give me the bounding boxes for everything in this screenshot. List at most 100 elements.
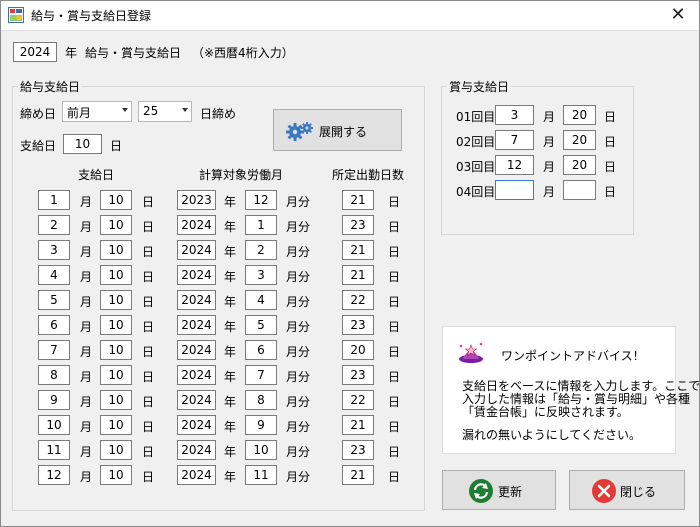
work-year-input[interactable]: 2024 [177,240,216,260]
work-year-unit: 年 [224,195,237,209]
work-month-input[interactable]: 10 [245,440,277,460]
work-year-unit: 年 [224,445,237,459]
pay-day-input[interactable]: 10 [100,415,132,435]
work-month-input[interactable]: 6 [245,340,277,360]
work-days-input[interactable]: 21 [342,190,374,210]
pay-month-unit: 月 [80,370,93,384]
update-button[interactable]: 更新 [442,470,556,510]
work-year-unit: 年 [224,470,237,484]
pay-month-input[interactable]: 3 [38,240,70,260]
star-hat-icon [459,342,483,363]
work-days-input[interactable]: 20 [342,340,374,360]
bonus-day-input[interactable]: 20 [563,105,596,125]
work-year-input[interactable]: 2024 [177,215,216,235]
pay-day-input[interactable]: 10 [100,465,132,485]
work-month-input[interactable]: 5 [245,315,277,335]
work-days-unit: 日 [388,195,401,209]
work-year-input[interactable]: 2024 [177,415,216,435]
pay-day-input[interactable]: 10 [100,390,132,410]
work-year-input[interactable]: 2023 [177,190,216,210]
bonus-day-unit: 日 [604,135,617,149]
payday-input[interactable]: 10 [63,134,102,154]
bonus-day-input[interactable] [563,180,596,200]
work-year-input[interactable]: 2024 [177,265,216,285]
work-month-input[interactable]: 9 [245,415,277,435]
pay-month-input[interactable]: 5 [38,290,70,310]
pay-day-input[interactable]: 10 [100,240,132,260]
pay-month-input[interactable]: 10 [38,415,70,435]
work-days-input[interactable]: 21 [342,240,374,260]
work-month-input[interactable]: 8 [245,390,277,410]
work-days-input[interactable]: 23 [342,315,374,335]
close-button[interactable]: 閉じる [569,470,685,510]
advice-line-3: 「賃金台帳」に反映されます。 [462,405,629,419]
window-close-button[interactable]: ✕ [666,3,690,27]
pay-month-input[interactable]: 4 [38,265,70,285]
work-month-unit: 月分 [286,395,311,409]
pay-day-input[interactable]: 10 [100,440,132,460]
pay-day-input[interactable]: 10 [100,340,132,360]
pay-day-input[interactable]: 10 [100,265,132,285]
work-month-input[interactable]: 1 [245,215,277,235]
window-title: 給与・賞与支給日登録 [31,9,152,23]
work-days-input[interactable]: 22 [342,290,374,310]
work-year-input[interactable]: 2024 [177,365,216,385]
pay-day-input[interactable]: 10 [100,315,132,335]
pay-month-unit: 月 [80,220,93,234]
work-days-input[interactable]: 21 [342,415,374,435]
work-month-input[interactable]: 2 [245,240,277,260]
bonus-month-input[interactable]: 7 [495,130,534,150]
cutoff-month-value: 前月 [67,106,92,120]
bonus-month-input[interactable]: 3 [495,105,534,125]
pay-month-input[interactable]: 9 [38,390,70,410]
chevron-down-icon [122,108,128,112]
bonus-day-unit: 日 [604,110,617,124]
bonus-month-input[interactable]: 12 [495,155,534,175]
refresh-icon [469,479,493,503]
work-month-input[interactable]: 7 [245,365,277,385]
pay-month-input[interactable]: 12 [38,465,70,485]
pay-month-input[interactable]: 6 [38,315,70,335]
work-year-input[interactable]: 2024 [177,290,216,310]
pay-day-input[interactable]: 10 [100,290,132,310]
work-year-unit: 年 [224,245,237,259]
pay-day-input[interactable]: 10 [100,365,132,385]
work-month-input[interactable]: 11 [245,465,277,485]
work-month-input[interactable]: 12 [245,190,277,210]
pay-month-input[interactable]: 11 [38,440,70,460]
work-month-input[interactable]: 3 [245,265,277,285]
cutoff-day-select[interactable]: 25 [138,101,192,122]
pay-month-input[interactable]: 8 [38,365,70,385]
work-days-input[interactable]: 21 [342,265,374,285]
year-input[interactable]: 2024 [13,42,57,62]
work-month-input[interactable]: 4 [245,290,277,310]
pay-day-input[interactable]: 10 [100,215,132,235]
work-year-input[interactable]: 2024 [177,340,216,360]
salary-group-title: 給与支給日 [18,78,83,95]
pay-day-input[interactable]: 10 [100,190,132,210]
bonus-day-input[interactable]: 20 [563,130,596,150]
work-days-input[interactable]: 21 [342,465,374,485]
work-year-unit: 年 [224,370,237,384]
work-month-unit: 月分 [286,445,311,459]
work-days-input[interactable]: 23 [342,365,374,385]
work-days-input[interactable]: 23 [342,440,374,460]
work-days-unit: 日 [388,220,401,234]
bonus-month-input[interactable] [495,180,534,200]
pay-month-input[interactable]: 2 [38,215,70,235]
work-days-unit: 日 [388,395,401,409]
work-days-input[interactable]: 23 [342,215,374,235]
cutoff-month-select[interactable]: 前月 [62,101,132,122]
work-year-input[interactable]: 2024 [177,390,216,410]
work-days-unit: 日 [388,445,401,459]
gears-icon [286,122,313,141]
bonus-day-input[interactable]: 20 [563,155,596,175]
work-year-input[interactable]: 2024 [177,440,216,460]
work-year-input[interactable]: 2024 [177,315,216,335]
pay-month-input[interactable]: 7 [38,340,70,360]
work-days-input[interactable]: 22 [342,390,374,410]
pay-month-input[interactable]: 1 [38,190,70,210]
pay-month-unit: 月 [80,295,93,309]
expand-button[interactable]: 展開する [273,109,402,151]
work-year-input[interactable]: 2024 [177,465,216,485]
